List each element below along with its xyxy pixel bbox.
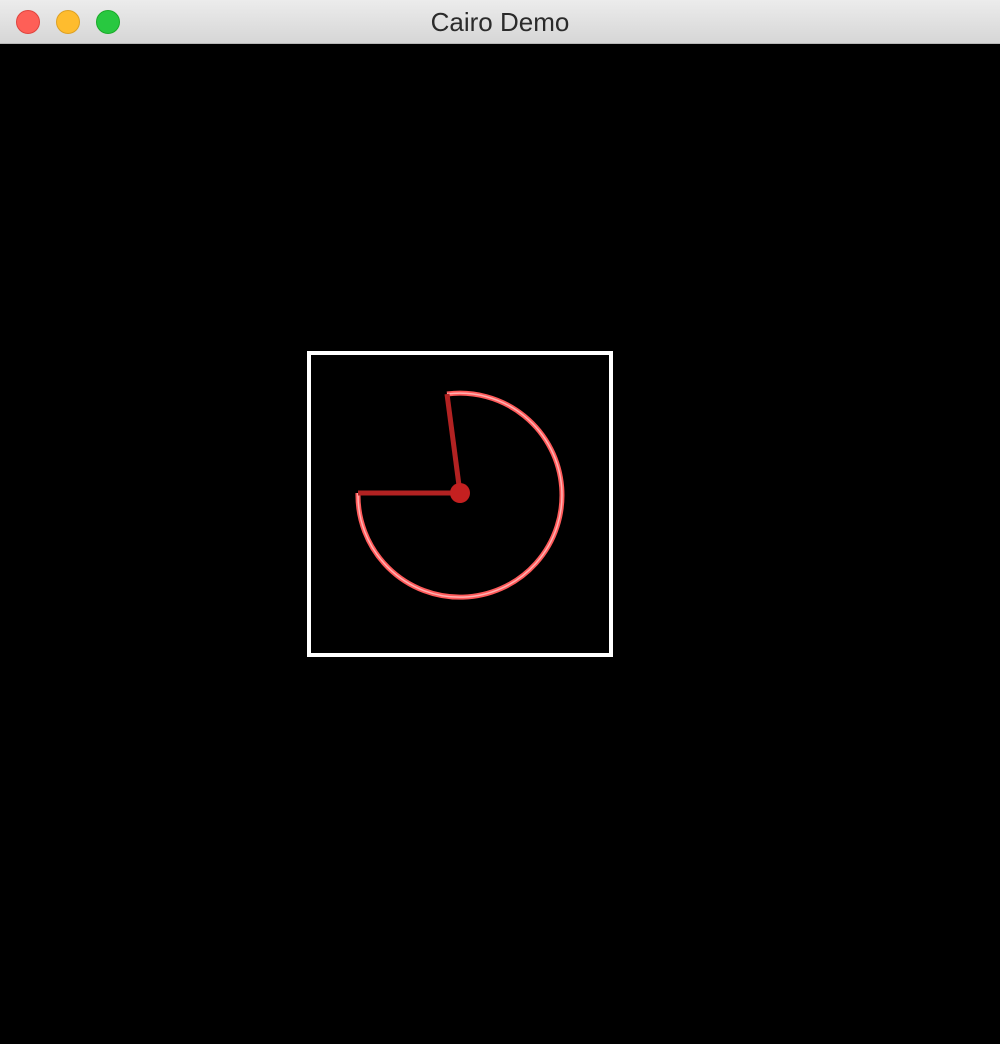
bounding-square — [307, 351, 613, 657]
title-bar[interactable]: Cairo Demo — [0, 0, 1000, 44]
cairo-drawing — [307, 351, 613, 657]
drawing-canvas — [0, 44, 1000, 1044]
center-dot — [450, 483, 470, 503]
window-title: Cairo Demo — [430, 7, 570, 37]
app-window: Cairo Demo — [0, 0, 1000, 1044]
radial-line-end-angle — [444, 393, 463, 494]
